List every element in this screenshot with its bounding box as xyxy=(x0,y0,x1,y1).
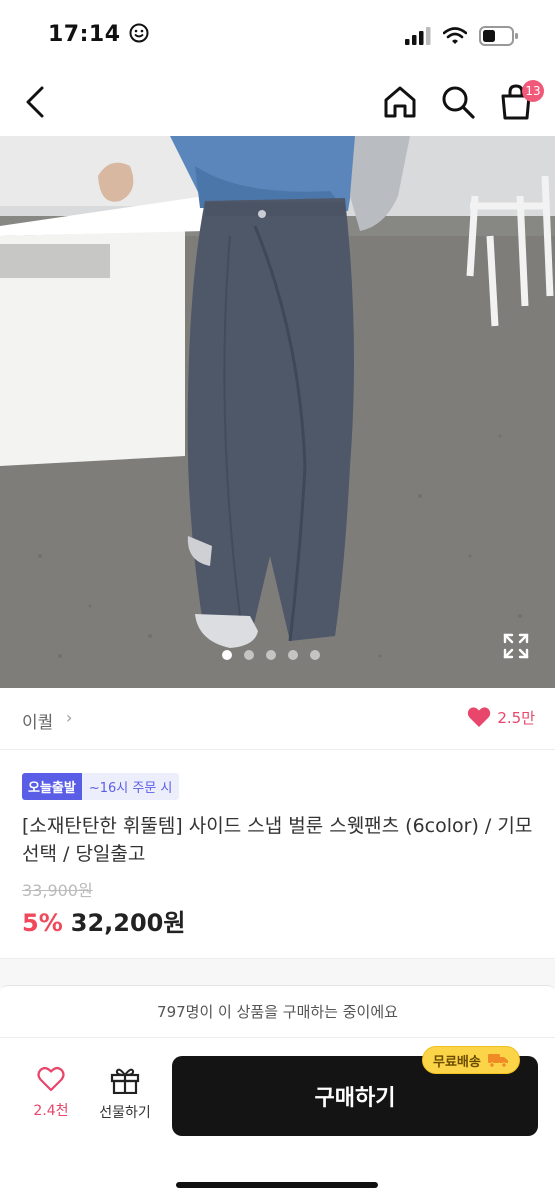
status-indicators xyxy=(405,26,519,46)
image-dot[interactable] xyxy=(222,650,232,660)
seller-arrow: › xyxy=(66,708,73,727)
seller-row[interactable]: 이퀄 › 2.5만 xyxy=(0,688,555,750)
seller-name[interactable]: 이퀄 xyxy=(22,708,53,733)
back-icon[interactable] xyxy=(18,82,54,122)
nav-bar xyxy=(0,70,555,136)
status-time: 17:14 xyxy=(48,22,149,47)
price-row: 5% 32,200원 xyxy=(22,903,185,938)
like-count: 2.5만 xyxy=(497,708,535,727)
image-dot[interactable] xyxy=(310,650,320,660)
signal-icon xyxy=(405,27,431,45)
product-image[interactable] xyxy=(0,136,555,688)
product-photo xyxy=(0,136,555,688)
truck-icon xyxy=(487,1054,508,1068)
battery-icon xyxy=(479,26,518,46)
free-shipping-label: 무료배송 xyxy=(433,1054,481,1070)
image-dot[interactable] xyxy=(266,650,276,660)
discount-rate: 5% xyxy=(22,909,63,937)
delivery-badge: 오늘출발 ~16시 주문 시 xyxy=(22,773,180,800)
purchase-bar: 797명이 이 상품을 구매하는 중이에요 2.4천 선물하기 구매하기 무료배… xyxy=(0,985,555,1200)
wifi-icon xyxy=(443,27,467,44)
gift-icon xyxy=(110,1068,140,1095)
image-dot[interactable] xyxy=(244,650,254,660)
home-icon[interactable] xyxy=(380,82,420,122)
original-price: 33,900원 xyxy=(22,881,93,900)
smiley-icon xyxy=(129,23,149,43)
product-title: [소재탄탄한 휘뚤템] 사이드 스냅 벌룬 스웻팬츠 (6color) / 기모… xyxy=(22,815,533,865)
section-divider xyxy=(0,958,555,988)
image-pagination xyxy=(222,650,320,660)
badge-today-shipping: 오늘출발 xyxy=(22,773,82,800)
badge-order-cutoff: ~16시 주문 시 xyxy=(81,773,180,800)
buyers-count-text: 797명이 이 상품을 구매하는 중이에요 xyxy=(0,986,555,1038)
free-shipping-badge: 무료배송 xyxy=(422,1046,520,1074)
heart-icon[interactable] xyxy=(467,706,491,728)
expand-icon[interactable] xyxy=(500,630,532,662)
home-indicator xyxy=(176,1182,378,1188)
like-button[interactable]: 2.4천 xyxy=(22,1066,80,1136)
sale-price: 32,200원 xyxy=(70,909,186,937)
gift-button[interactable]: 선물하기 xyxy=(92,1066,158,1136)
gift-label: 선물하기 xyxy=(99,1105,151,1121)
search-icon[interactable] xyxy=(438,82,478,122)
heart-outline-icon xyxy=(37,1067,65,1092)
status-bar: 17:14 xyxy=(0,0,555,70)
image-dot[interactable] xyxy=(288,650,298,660)
status-time-text: 17:14 xyxy=(48,22,121,47)
like-button-count: 2.4천 xyxy=(33,1103,69,1119)
cart-count-badge: 13 xyxy=(522,80,544,102)
product-like[interactable]: 2.5만 xyxy=(467,706,535,728)
